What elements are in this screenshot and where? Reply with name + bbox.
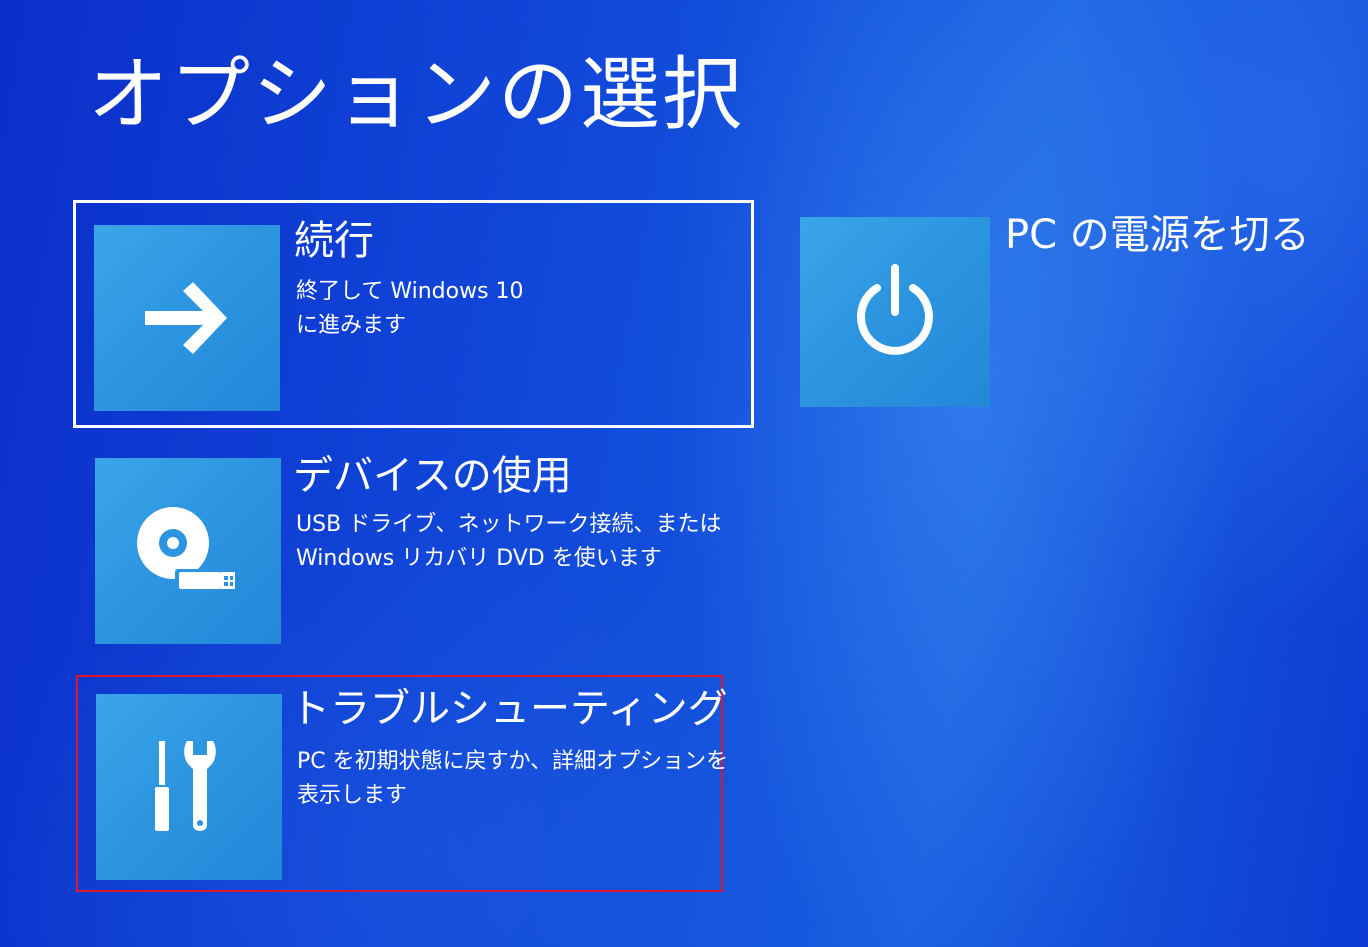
- option-continue[interactable]: 続行 終了して Windows 10 に進みます: [73, 200, 754, 428]
- option-troubleshoot[interactable]: トラブルシューティング PC を初期状態に戻すか、詳細オプションを 表示します: [76, 675, 728, 892]
- device-description: USB ドライブ、ネットワーク接続、または Windows リカバリ DVD を…: [296, 508, 722, 576]
- option-turn-off-pc[interactable]: PC の電源を切る: [800, 215, 1340, 407]
- device-label: デバイスの使用: [293, 453, 572, 499]
- troubleshoot-tile[interactable]: [96, 694, 282, 880]
- continue-desc-line2: に進みます: [296, 313, 407, 338]
- troubleshoot-desc-line1: PC を初期状態に戻すか、詳細オプションを: [297, 749, 729, 774]
- page-title: オプションの選択: [88, 48, 744, 141]
- troubleshoot-desc-line2: 表示します: [297, 783, 408, 808]
- power-tile[interactable]: [800, 217, 990, 407]
- option-use-device[interactable]: デバイスの使用 USB ドライブ、ネットワーク接続、または Windows リカ…: [95, 453, 722, 644]
- device-desc-line2: Windows リカバリ DVD を使います: [296, 546, 662, 571]
- power-icon: [857, 264, 933, 355]
- continue-desc-line1: 終了して Windows 10: [296, 279, 524, 304]
- continue-tile[interactable]: [94, 225, 280, 411]
- continue-label: 続行: [294, 218, 374, 264]
- continue-description: 終了して Windows 10 に進みます: [296, 275, 524, 343]
- arrow-right-icon: [145, 282, 227, 354]
- device-tile[interactable]: [95, 458, 281, 644]
- power-label: PC の電源を切る: [1005, 212, 1310, 258]
- troubleshoot-description: PC を初期状態に戻すか、詳細オプションを 表示します: [297, 745, 728, 813]
- disc-usb-icon: [137, 507, 235, 591]
- tools-icon: [155, 741, 216, 831]
- troubleshoot-label: トラブルシューティング: [290, 686, 728, 732]
- device-desc-line1: USB ドライブ、ネットワーク接続、または: [296, 512, 722, 537]
